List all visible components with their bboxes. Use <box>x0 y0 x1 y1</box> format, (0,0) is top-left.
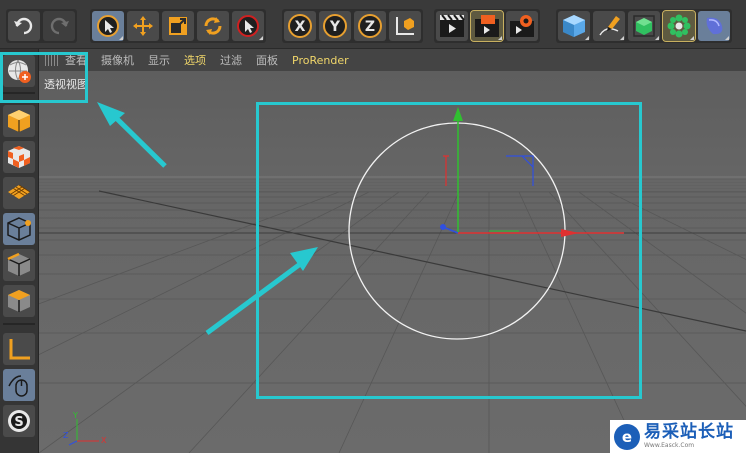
undo-redo-group <box>6 9 77 43</box>
render-view-icon[interactable] <box>436 11 468 41</box>
x-axis-icon[interactable]: X <box>284 11 316 41</box>
tools-group <box>90 9 266 43</box>
live-select-icon[interactable] <box>232 11 264 41</box>
move-icon[interactable] <box>127 11 159 41</box>
scale-icon[interactable] <box>162 11 194 41</box>
tweak-mode-icon[interactable] <box>3 369 35 401</box>
render-settings-icon[interactable] <box>506 11 538 41</box>
mode-palette: S <box>0 49 39 453</box>
x-axis-label: X <box>295 19 306 35</box>
corner-x-label: X <box>101 436 107 445</box>
main-toolbar: X Y Z <box>0 0 746 49</box>
watermark-title: 易采站长站 <box>644 422 734 442</box>
world-coordinates-icon[interactable] <box>389 11 421 41</box>
snap-icon[interactable]: S <box>3 405 35 437</box>
polygons-mode-icon[interactable] <box>3 285 35 317</box>
corner-z-label: Z <box>63 431 69 440</box>
axis-lock-group: X Y Z <box>282 9 423 43</box>
z-axis-icon[interactable]: Z <box>354 11 386 41</box>
menu-panel[interactable]: 面板 <box>256 52 278 68</box>
viewport-menu: 查看 摄像机 显示 选项 过滤 面板 ProRender <box>39 49 746 71</box>
y-axis-label: Y <box>329 19 341 35</box>
render-picture-viewer-icon[interactable] <box>470 10 504 42</box>
deformer-icon[interactable] <box>698 11 730 41</box>
menu-filter[interactable]: 过滤 <box>220 52 242 68</box>
subdivision-icon[interactable] <box>628 11 660 41</box>
pen-spline-icon[interactable] <box>593 11 625 41</box>
z-axis-label: Z <box>365 19 375 35</box>
menu-prorender[interactable]: ProRender <box>292 54 349 67</box>
render-group <box>434 9 540 43</box>
points-mode-icon[interactable] <box>3 213 35 245</box>
rotate-icon[interactable] <box>197 11 229 41</box>
cloner-icon[interactable] <box>662 10 696 42</box>
undo-icon[interactable] <box>8 11 40 41</box>
redo-icon[interactable] <box>43 11 75 41</box>
model-mode-icon[interactable] <box>3 105 35 137</box>
cube-icon[interactable] <box>558 11 590 41</box>
objects-group <box>556 9 732 43</box>
menu-camera[interactable]: 摄像机 <box>101 52 134 68</box>
edges-mode-icon[interactable] <box>3 249 35 281</box>
highlight-box-view-icon <box>0 52 88 103</box>
highlight-box-circle <box>256 102 642 399</box>
corner-y-label: Y <box>72 411 78 420</box>
watermark-logo-icon: e <box>614 423 640 450</box>
corner-z-axis <box>68 440 78 446</box>
menu-display[interactable]: 显示 <box>148 52 170 68</box>
select-arrow-icon[interactable] <box>92 11 124 41</box>
texture-mode-icon[interactable] <box>3 141 35 173</box>
watermark-subtitle: Www.Easck.Com <box>644 442 695 449</box>
y-axis-icon[interactable]: Y <box>319 11 351 41</box>
svg-text:S: S <box>14 415 23 430</box>
workplane-mode-icon[interactable] <box>3 177 35 209</box>
axis-mode-icon[interactable] <box>3 333 35 365</box>
watermark: e 易采站长站 Www.Easck.Com <box>610 420 746 453</box>
menu-options[interactable]: 选项 <box>184 52 206 68</box>
